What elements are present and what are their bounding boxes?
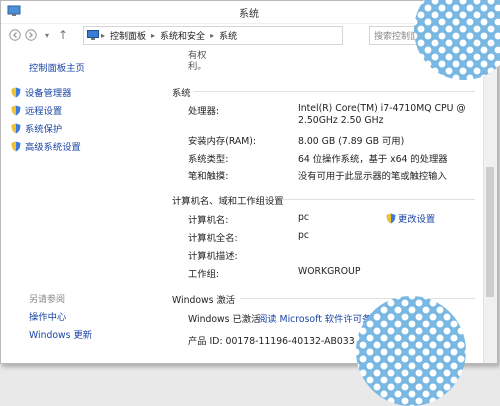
activation-status: Windows 已激活 <box>188 314 261 325</box>
sidebar-item-label: 系统保护 <box>25 124 63 135</box>
back-arrow-icon <box>9 29 21 41</box>
pen-touch-label: 笔和触摸: <box>188 171 229 182</box>
up-button[interactable]: ↑ <box>55 27 71 43</box>
copyright-fragment: 利。 <box>188 61 207 72</box>
sidebar-item-device-manager[interactable]: 设备管理器 <box>11 85 72 99</box>
sidebar-item-remote-settings[interactable]: 远程设置 <box>11 103 62 117</box>
control-panel-icon <box>87 30 99 40</box>
processor-value-line2: 2.50GHz 2.50 GHz <box>298 115 384 126</box>
full-name-label: 计算机全名: <box>188 233 238 244</box>
polka-dot-decoration <box>356 296 466 406</box>
change-settings-link[interactable]: 更改设置 <box>386 211 435 225</box>
computer-name-label: 计算机名: <box>188 215 229 226</box>
breadcrumb-separator: ▸ <box>210 31 215 40</box>
system-type-label: 系统类型: <box>188 154 229 165</box>
sidebar-item-system-protection[interactable]: 系统保护 <box>11 121 62 135</box>
up-arrow-icon: ↑ <box>57 28 69 42</box>
vertical-scrollbar[interactable] <box>483 47 497 363</box>
recent-dropdown[interactable]: ▾ <box>39 27 55 43</box>
section-divider <box>240 298 475 299</box>
description-label: 计算机描述: <box>188 251 238 262</box>
shield-icon <box>11 87 21 97</box>
sidebar-link-windows-update[interactable]: Windows 更新 <box>29 327 92 341</box>
sidebar-item-label: 远程设置 <box>25 106 63 117</box>
sidebar-item-label: 设备管理器 <box>25 88 72 99</box>
sidebar-link-action-center[interactable]: 操作中心 <box>29 309 66 323</box>
pen-touch-value: 没有可用于此显示器的笔或触控输入 <box>298 171 447 182</box>
forward-arrow-icon <box>25 29 37 41</box>
computer-section-heading: 计算机名、域和工作组设置 <box>172 196 284 207</box>
workgroup-value: WORKGROUP <box>298 266 361 277</box>
breadcrumb-system[interactable]: 系统 <box>216 29 240 42</box>
ram-label: 安装内存(RAM): <box>188 136 257 147</box>
scrollbar-thumb[interactable] <box>486 167 494 297</box>
processor-value: Intel(R) Core(TM) i7-4710MQ CPU @ <box>298 103 466 114</box>
change-settings-label: 更改设置 <box>398 214 436 225</box>
breadcrumb-system-security[interactable]: 系统和安全 <box>157 29 208 42</box>
back-button[interactable] <box>7 27 23 43</box>
full-name-value: pc <box>298 230 310 241</box>
breadcrumb-separator: ▸ <box>101 31 106 40</box>
shield-icon <box>11 123 21 133</box>
shield-icon <box>11 105 21 115</box>
section-divider <box>194 91 475 92</box>
computer-name-value: pc <box>298 212 310 223</box>
ram-value: 8.00 GB (7.89 GB 可用) <box>298 136 405 147</box>
system-type-value: 64 位操作系统，基于 x64 的处理器 <box>298 154 448 165</box>
system-section-heading: 系统 <box>172 88 191 99</box>
sidebar: 控制面板主页 设备管理器 远程设置 系统保护 高级系统设置 另请参阅 操作中心 … <box>1 47 163 363</box>
processor-label: 处理器: <box>188 106 220 117</box>
breadcrumb-control-panel[interactable]: 控制面板 <box>107 29 149 42</box>
chevron-down-icon: ▾ <box>44 30 49 40</box>
forward-button[interactable] <box>23 27 39 43</box>
sidebar-item-label: 高级系统设置 <box>25 142 81 153</box>
sidebar-item-advanced-settings[interactable]: 高级系统设置 <box>11 139 81 153</box>
breadcrumb-separator: ▸ <box>151 31 156 40</box>
activation-section-heading: Windows 激活 <box>172 295 236 306</box>
address-box[interactable]: ▸ 控制面板 ▸ 系统和安全 ▸ 系统 <box>83 26 343 45</box>
sidebar-home-link[interactable]: 控制面板主页 <box>29 60 85 74</box>
workgroup-label: 工作组: <box>188 269 220 280</box>
section-divider <box>282 199 475 200</box>
product-id: 产品 ID: 00178-11196-40132-AB033 <box>188 336 355 347</box>
see-also-heading: 另请参阅 <box>29 295 66 305</box>
shield-icon <box>386 213 396 223</box>
shield-icon <box>11 141 21 151</box>
